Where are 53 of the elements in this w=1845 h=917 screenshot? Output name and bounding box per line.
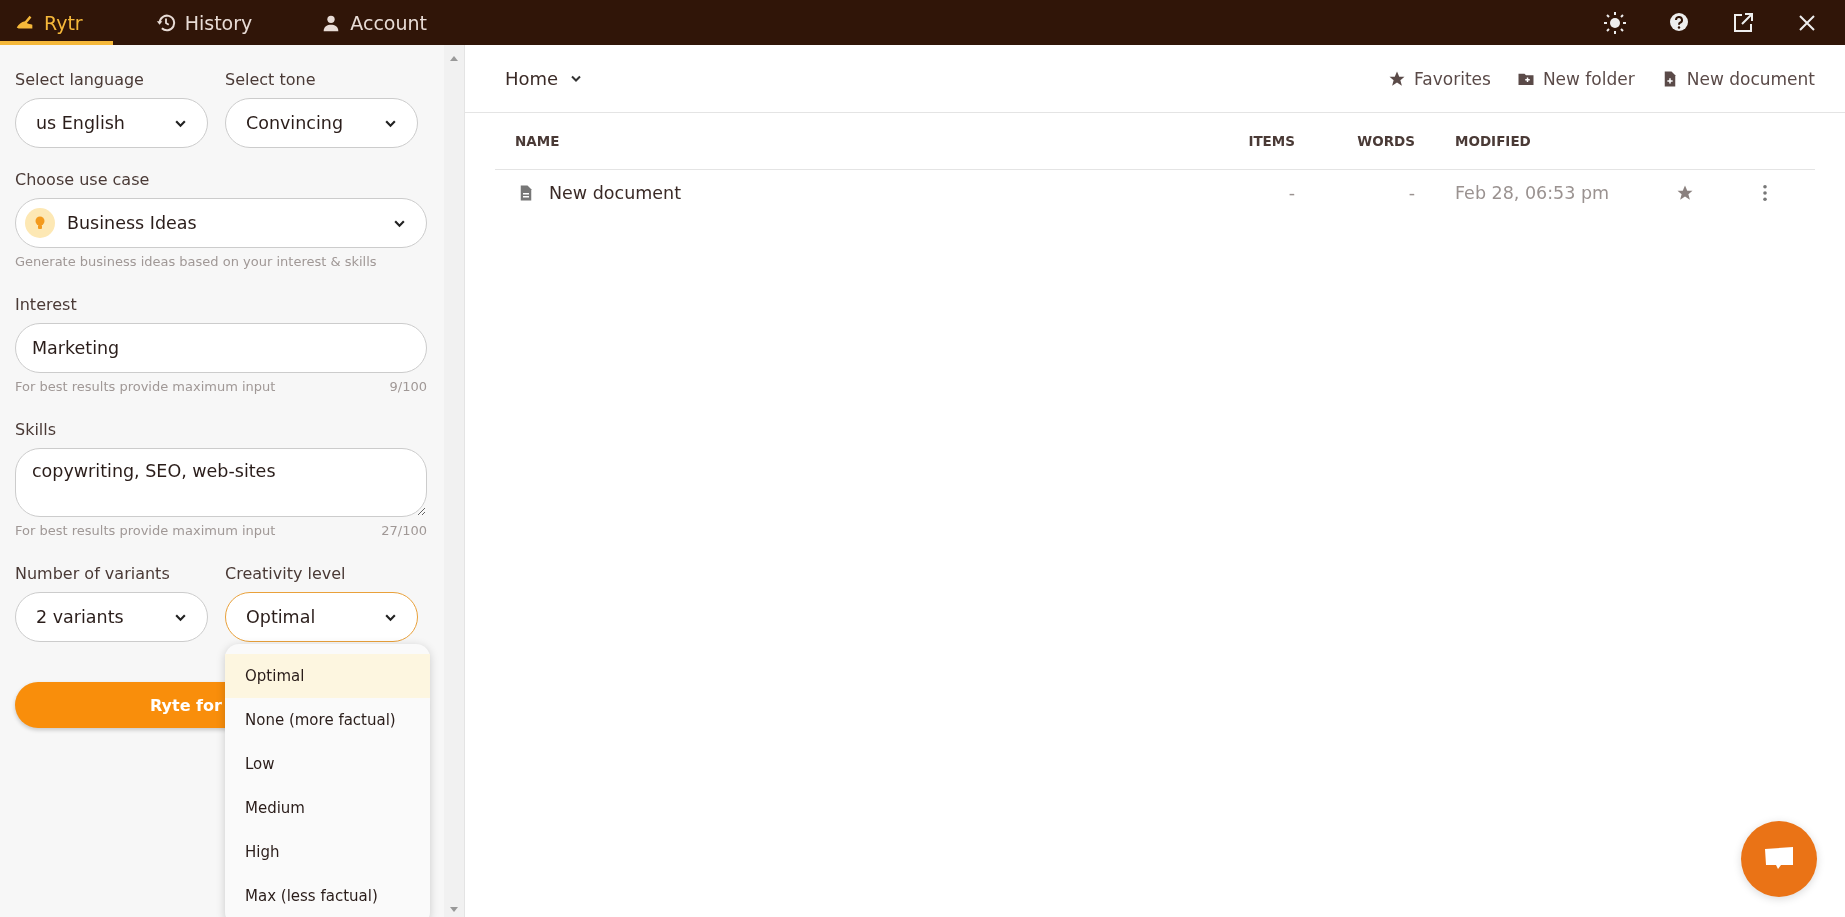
dropdown-option[interactable]: Low: [225, 742, 430, 786]
nav-tab[interactable]: Account: [306, 0, 453, 45]
language-select[interactable]: us English: [15, 98, 208, 148]
document-name[interactable]: New document: [549, 183, 682, 203]
dropdown-option[interactable]: Optimal: [225, 654, 430, 698]
folder-dropdown[interactable]: Home: [505, 68, 583, 89]
chevron-icon: [174, 118, 187, 128]
toolbar-button[interactable]: New folder: [1516, 68, 1635, 89]
field-label: Select tone: [225, 70, 317, 89]
dropdown-option[interactable]: High: [225, 830, 430, 874]
helper-text: For best results provide maximum input: [15, 379, 276, 394]
column-header: NAME: [514, 133, 561, 149]
helper-text: For best results provide maximum input: [15, 523, 276, 538]
field-label: Choose use case: [15, 170, 151, 189]
field-label: Number of variants: [15, 564, 171, 583]
external-link-icon[interactable]: [1731, 10, 1755, 35]
use-case-select[interactable]: Business Ideas: [15, 198, 427, 248]
helper-text: Generate business ideas based on your interest & skills: [15, 254, 378, 269]
column-header: WORDS: [1356, 133, 1415, 149]
field-label: Interest: [15, 295, 78, 314]
scroll-up-icon[interactable]: [449, 55, 459, 61]
creativity-select[interactable]: Optimal: [225, 592, 418, 642]
field-label: Skills: [15, 420, 58, 439]
star-icon[interactable]: [1676, 184, 1694, 202]
table-cell-text: -: [1407, 183, 1415, 203]
toolbar-button[interactable]: New document: [1660, 68, 1815, 89]
nav-tab[interactable]: History: [140, 0, 279, 45]
chat-button[interactable]: [1741, 821, 1817, 897]
lightbulb-icon: [25, 208, 55, 238]
interest-field[interactable]: Marketing: [15, 323, 427, 373]
column-header: ITEMS: [1247, 133, 1295, 149]
scroll-down-icon[interactable]: [449, 907, 459, 913]
skills-field[interactable]: copywriting, SEO, web-sites: [15, 448, 427, 517]
chevron-icon: [393, 218, 406, 228]
scrollbar[interactable]: [444, 45, 464, 917]
chevron-icon: [384, 612, 397, 622]
more-options-icon[interactable]: [1762, 184, 1768, 202]
field-label: Creativity level: [225, 564, 347, 583]
variants-select[interactable]: 2 variants: [15, 592, 208, 642]
table-cell-text: -: [1287, 183, 1295, 203]
toolbar-button[interactable]: Favorites: [1388, 68, 1491, 89]
column-header: MODIFIED: [1454, 133, 1532, 149]
field-label: Select language: [15, 70, 145, 89]
chevron-icon: [570, 74, 583, 83]
chevron-icon: [384, 118, 397, 128]
brightness-icon[interactable]: [1603, 10, 1627, 35]
dropdown-option[interactable]: Medium: [225, 786, 430, 830]
dropdown-option[interactable]: Max (less factual): [225, 874, 430, 917]
chevron-icon: [174, 612, 187, 622]
character-count: 27/100: [381, 523, 427, 538]
table-cell-text: Feb 28, 06:53 pm: [1454, 183, 1611, 203]
character-count: 9/100: [389, 379, 427, 394]
tone-select[interactable]: Convincing: [225, 98, 418, 148]
